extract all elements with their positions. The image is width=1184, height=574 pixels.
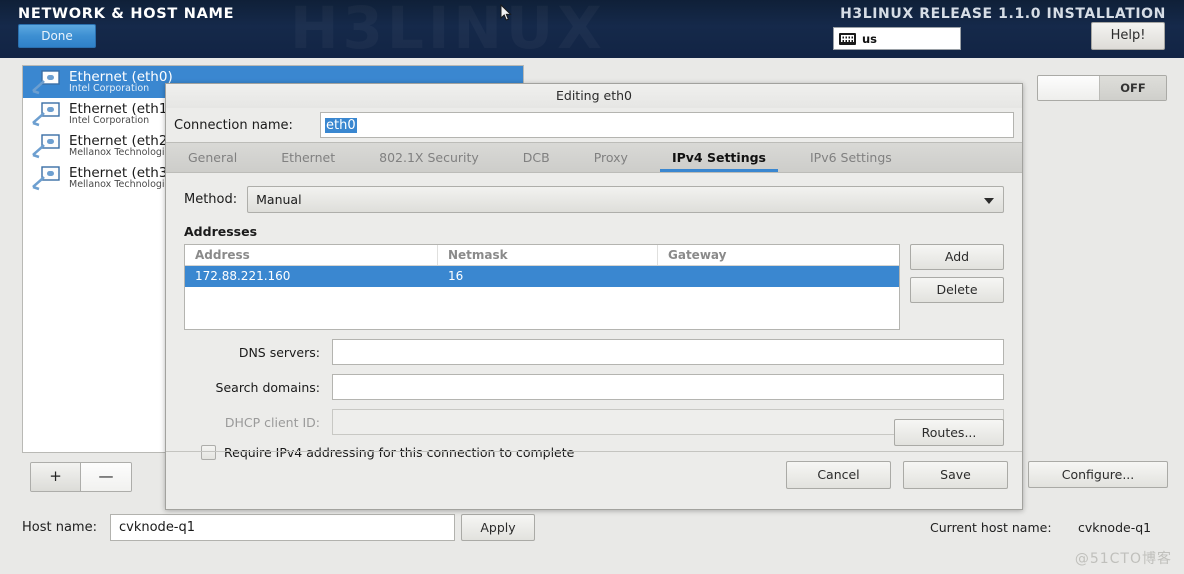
hostname-label: Host name: (22, 520, 97, 535)
cell-gateway (658, 266, 899, 287)
column-header-address: Address (185, 245, 438, 265)
ethernet-icon (32, 70, 60, 95)
add-address-button[interactable]: Add (910, 244, 1004, 270)
ethernet-icon (32, 102, 60, 127)
list-item-text: Ethernet (eth2) Mellanox Technologies (69, 134, 175, 158)
current-hostname-value: cvknode-q1 (1078, 520, 1152, 535)
page-watermark: @51CTO博客 (1074, 551, 1172, 567)
hostname-bar: Host name: cvknode-q1 Apply Current host… (0, 510, 1184, 550)
remove-interface-button[interactable]: — (81, 463, 131, 491)
addresses-table[interactable]: Address Netmask Gateway 172.88.221.160 1… (184, 244, 900, 330)
toggle-knob[interactable] (1038, 76, 1100, 100)
screen-root: H3LINUX NETWORK & HOST NAME Done H3LINUX… (0, 0, 1184, 574)
add-remove-group: + — (30, 462, 132, 492)
search-domains-label: Search domains: (215, 379, 320, 395)
list-item-text: Ethernet (eth3) Mellanox Technologies (69, 166, 175, 190)
cell-address: 172.88.221.160 (195, 269, 291, 283)
connection-name-value: eth0 (325, 117, 357, 133)
keyboard-icon (839, 32, 856, 45)
chevron-down-icon (984, 198, 994, 204)
page-title: NETWORK & HOST NAME (18, 6, 235, 22)
delete-address-button[interactable]: Delete (910, 277, 1004, 303)
dns-servers-row: DNS servers: (166, 339, 1022, 365)
mouse-pointer-icon (500, 4, 512, 21)
search-domains-input[interactable] (332, 374, 1004, 400)
list-item-text: Ethernet (eth0) Intel Corporation (69, 70, 173, 94)
table-header-row: Address Netmask Gateway (185, 245, 899, 266)
interface-power-toggle[interactable]: OFF (1037, 75, 1167, 101)
editing-connection-dialog: Editing eth0 Connection name: eth0 Gener… (165, 83, 1023, 510)
tab-ipv4-settings[interactable]: IPv4 Settings (650, 143, 788, 172)
dhcp-client-id-label: DHCP client ID: (224, 414, 320, 430)
tab-ethernet[interactable]: Ethernet (259, 143, 357, 172)
dns-servers-input[interactable] (332, 339, 1004, 365)
interface-name: Ethernet (eth1) (69, 100, 173, 117)
method-value: Manual (256, 192, 302, 207)
interface-vendor: Intel Corporation (69, 83, 150, 95)
addresses-section-title: Addresses (184, 224, 258, 239)
interface-vendor: Mellanox Technologies (69, 179, 176, 191)
add-interface-button[interactable]: + (31, 463, 81, 491)
apply-button[interactable]: Apply (461, 514, 535, 541)
keyboard-layout-label: us (862, 31, 878, 46)
column-header-netmask: Netmask (438, 245, 658, 265)
save-button[interactable]: Save (903, 460, 1008, 489)
list-item-text: Ethernet (eth1) Intel Corporation (69, 102, 173, 126)
help-button[interactable]: Help! (1091, 22, 1165, 50)
address-actions: Add Delete (910, 244, 1004, 330)
header-background-watermark: H3LINUX (290, 0, 606, 58)
cancel-button[interactable]: Cancel (786, 460, 891, 489)
interface-vendor: Mellanox Technologies (69, 147, 176, 159)
keyboard-layout-indicator[interactable]: us (833, 27, 961, 50)
release-label: H3LINUX RELEASE 1.1.0 INSTALLATION (840, 6, 1166, 22)
ipv4-settings-panel: Method: Manual Addresses Address Netmask… (166, 173, 1022, 497)
hostname-input[interactable]: cvknode-q1 (110, 514, 455, 541)
method-select[interactable]: Manual (247, 186, 1004, 213)
configure-button[interactable]: Configure... (1028, 461, 1168, 488)
interface-vendor: Intel Corporation (69, 115, 150, 127)
table-row[interactable]: 172.88.221.160 16 (185, 266, 899, 287)
tab-proxy[interactable]: Proxy (572, 143, 650, 172)
ethernet-icon (32, 166, 60, 191)
addresses-section: Address Netmask Gateway 172.88.221.160 1… (166, 244, 1022, 330)
dialog-title: Editing eth0 (166, 84, 1022, 108)
cell-netmask: 16 (448, 269, 464, 283)
interface-name: Ethernet (eth2) (69, 132, 173, 149)
installer-header: H3LINUX NETWORK & HOST NAME Done H3LINUX… (0, 0, 1184, 58)
dialog-tabs: General Ethernet 802.1X Security DCB Pro… (166, 142, 1022, 173)
tab-general[interactable]: General (166, 143, 259, 172)
column-header-gateway: Gateway (668, 248, 727, 262)
dns-servers-label: DNS servers: (238, 344, 320, 360)
dialog-footer: Cancel Save (166, 451, 1022, 497)
routes-button[interactable]: Routes... (894, 419, 1004, 446)
ethernet-icon (32, 134, 60, 159)
tab-8021x-security[interactable]: 802.1X Security (357, 143, 501, 172)
toggle-state-label: OFF (1100, 76, 1166, 100)
search-domains-row: Search domains: (166, 374, 1022, 400)
tab-dcb[interactable]: DCB (501, 143, 572, 172)
done-button[interactable]: Done (18, 24, 96, 48)
method-row: Method: Manual (166, 173, 1022, 213)
connection-name-row: Connection name: eth0 (166, 108, 1022, 142)
interface-name: Ethernet (eth3) (69, 164, 173, 181)
interface-name: Ethernet (eth0) (69, 68, 173, 85)
method-label: Method: (184, 192, 238, 207)
connection-name-label: Connection name: (174, 117, 293, 133)
connection-name-input[interactable]: eth0 (320, 112, 1014, 138)
current-hostname-label: Current host name: (930, 520, 1052, 535)
tab-ipv6-settings[interactable]: IPv6 Settings (788, 143, 914, 172)
